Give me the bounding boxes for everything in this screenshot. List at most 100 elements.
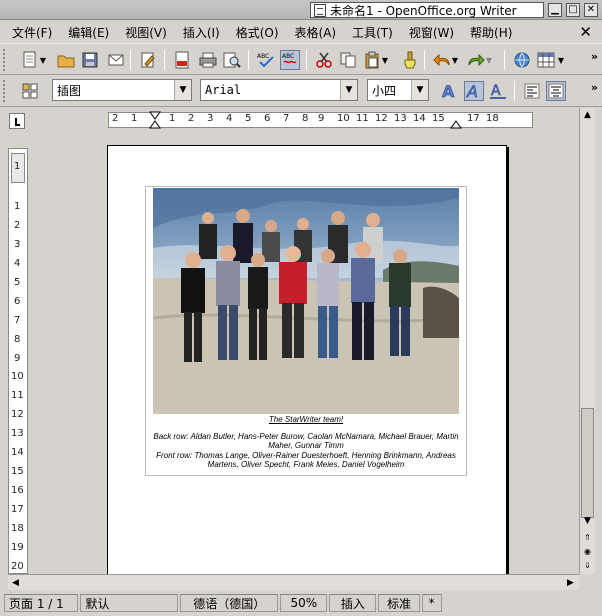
format-paintbrush-icon[interactable] (400, 50, 420, 70)
export-pdf-icon[interactable] (172, 50, 192, 70)
ruler-tick-label: 16 (11, 485, 24, 496)
menu-bar: 文件(F) 编辑(E) 视图(V) 插入(I) 格式(O) 表格(A) 工具(T… (0, 21, 602, 43)
menu-insert[interactable]: 插入(I) (175, 24, 228, 41)
menu-edit[interactable]: 编辑(E) (60, 24, 117, 41)
status-page-style[interactable]: 默认 (80, 594, 179, 612)
menu-view[interactable]: 视图(V) (117, 24, 175, 41)
next-page-icon[interactable]: ⇓ (580, 558, 595, 572)
copy-icon[interactable] (338, 50, 358, 70)
toolbar-more-icon[interactable]: » (591, 81, 598, 94)
table-dropdown-arrow-icon[interactable]: ▼ (556, 50, 566, 70)
close-window-button[interactable]: ✕ (584, 3, 598, 17)
bold-icon[interactable]: A (440, 81, 460, 101)
ruler-tick-label: 1 (14, 161, 21, 172)
toolbar-grip[interactable] (3, 80, 7, 102)
undo-icon[interactable] (432, 50, 452, 70)
menu-table[interactable]: 表格(A) (287, 24, 345, 41)
email-document-icon[interactable] (106, 50, 126, 70)
svg-text:A: A (491, 83, 501, 99)
ruler-tick-label: 10 (337, 113, 350, 124)
font-size-select[interactable]: 小四 ▼ (367, 79, 429, 101)
auto-spellcheck-icon[interactable]: ABC (280, 50, 300, 70)
print-icon[interactable] (198, 50, 218, 70)
chevron-down-icon[interactable]: ▼ (411, 80, 428, 100)
paste-dropdown-arrow-icon[interactable]: ▼ (380, 50, 390, 70)
vertical-ruler[interactable]: 1 1 2 3 4 5 6 7 8 9 10 11 12 13 14 15 16… (8, 148, 28, 574)
redo-dropdown-arrow-icon[interactable]: ▼ (484, 50, 494, 70)
scroll-up-arrow-icon[interactable]: ▲ (580, 108, 595, 122)
hyperlink-icon[interactable] (512, 50, 532, 70)
ruler-tick-label: 18 (486, 113, 499, 124)
ruler-tick-label: 4 (226, 113, 233, 124)
status-zoom[interactable]: 50% (280, 594, 328, 612)
chevron-down-icon[interactable]: ▼ (174, 80, 191, 100)
menu-format[interactable]: 格式(O) (228, 24, 287, 41)
spellcheck-icon[interactable]: ABC (256, 50, 276, 70)
align-center-icon[interactable] (546, 81, 566, 101)
status-language[interactable]: 德语（德国） (180, 594, 279, 612)
caption-front-row[interactable]: Front row: Thomas Lange, Oliver-Rainer D… (153, 451, 459, 469)
caption-back-row[interactable]: Back row: Aldan Butler, Hans-Peter Burow… (153, 432, 459, 450)
new-dropdown-arrow-icon[interactable]: ▼ (38, 50, 48, 70)
status-page[interactable]: 页面 1 / 1 (4, 594, 79, 612)
ruler-tick-label: 3 (14, 239, 21, 250)
ruler-tick-label: 6 (14, 296, 21, 307)
chevron-down-icon[interactable]: ▼ (340, 80, 357, 100)
save-icon[interactable] (80, 50, 100, 70)
toolbar-grip[interactable] (3, 49, 7, 71)
formatting-toolbar: 插图 ▼ Arial ▼ 小四 ▼ A A A » (0, 75, 602, 107)
menu-help[interactable]: 帮助(H) (462, 24, 520, 41)
ruler-tick-label: 3 (207, 113, 214, 124)
status-selection-mode[interactable]: 标准 (378, 594, 420, 612)
align-left-icon[interactable] (522, 81, 542, 101)
right-indent-marker-icon[interactable] (450, 111, 462, 129)
status-insert-mode[interactable]: 插入 (329, 594, 377, 612)
redo-icon[interactable] (466, 50, 486, 70)
close-document-button[interactable]: ✕ (579, 23, 592, 41)
svg-text:A: A (442, 82, 455, 100)
horizontal-ruler[interactable]: 2 1 1 2 3 4 5 6 7 8 9 10 11 12 13 14 15 … (30, 110, 578, 130)
tab-stop-selector[interactable] (9, 113, 25, 129)
document-workspace[interactable]: The StarWriter team! Back row: Aldan But… (31, 131, 579, 574)
new-document-icon[interactable] (20, 50, 40, 70)
open-folder-icon[interactable] (56, 50, 76, 70)
caption-title[interactable]: The StarWriter team! (153, 415, 459, 424)
ruler-tick-label: 12 (375, 113, 388, 124)
undo-dropdown-arrow-icon[interactable]: ▼ (450, 50, 460, 70)
minimize-button[interactable]: ▁ (548, 3, 562, 17)
maximize-button[interactable]: □ (566, 3, 580, 17)
vertical-scroll-thumb[interactable] (581, 408, 594, 518)
edit-file-icon[interactable] (138, 50, 158, 70)
page-preview-icon[interactable] (222, 50, 242, 70)
italic-icon[interactable]: A (464, 81, 484, 101)
underline-icon[interactable]: A (488, 81, 508, 101)
document-icon (314, 3, 326, 17)
menu-window[interactable]: 视窗(W) (401, 24, 462, 41)
document-page[interactable]: The StarWriter team! Back row: Aldan But… (107, 145, 507, 574)
scroll-left-arrow-icon[interactable]: ◀ (8, 575, 23, 590)
font-name-select[interactable]: Arial ▼ (200, 79, 358, 101)
left-indent-marker-icon[interactable] (149, 111, 161, 129)
menu-tools[interactable]: 工具(T) (344, 24, 401, 41)
team-photo[interactable] (153, 188, 459, 414)
font-size-value: 小四 (372, 83, 397, 98)
ruler-tick-label: 2 (188, 113, 195, 124)
ruler-tick-label: 8 (14, 334, 21, 345)
ruler-tick-label: 19 (11, 542, 24, 553)
styles-formatting-icon[interactable] (20, 81, 40, 101)
navigator-icon[interactable]: ◉ (580, 544, 595, 558)
ruler-tick-label: 20 (11, 561, 24, 572)
paste-icon[interactable] (362, 50, 382, 70)
horizontal-scrollbar[interactable]: ◀ ▶ (8, 574, 579, 590)
previous-page-icon[interactable]: ⇑ (580, 530, 595, 544)
scroll-down-arrow-icon[interactable]: ▼ (580, 514, 595, 528)
toolbar-more-icon[interactable]: » (591, 50, 598, 63)
ruler-tick-label: 15 (432, 113, 445, 124)
scroll-right-arrow-icon[interactable]: ▶ (563, 575, 578, 590)
paragraph-style-select[interactable]: 插图 ▼ (52, 79, 192, 101)
vertical-scrollbar[interactable]: ▲ ▼ ⇑ ◉ ⇓ (579, 108, 595, 574)
menu-file[interactable]: 文件(F) (4, 24, 60, 41)
cut-icon[interactable] (314, 50, 334, 70)
status-bar: 页面 1 / 1 默认 德语（德国） 50% 插入 标准 * (0, 592, 602, 614)
table-icon[interactable] (536, 50, 556, 70)
